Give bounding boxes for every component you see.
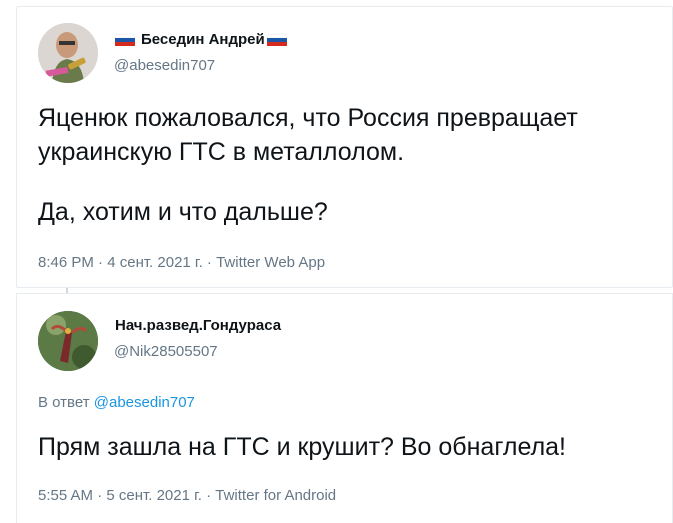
author-name-row[interactable]: Беседин Андрей: [113, 31, 289, 48]
tweet-date[interactable]: 5 сент. 2021 г.: [106, 487, 202, 504]
author-handle[interactable]: @abesedin707: [114, 57, 215, 74]
russia-flag-icon: [115, 33, 135, 46]
display-name[interactable]: Беседин Андрей: [141, 31, 265, 48]
meta-separator: ·: [206, 487, 212, 504]
tweet-time[interactable]: 5:55 AM: [38, 487, 93, 504]
tweet-text-line: Яценюк пожаловался, что Россия превращае…: [38, 104, 578, 132]
avatar[interactable]: [38, 23, 98, 83]
tweet-card-original[interactable]: Беседин Андрей @abesedin707 Яценюк пожал…: [16, 6, 673, 288]
meta-separator: ·: [97, 487, 103, 504]
tweet-date[interactable]: 4 сент. 2021 г.: [107, 254, 203, 271]
display-name[interactable]: Нач.развед.Гондураса: [115, 317, 281, 334]
tweet-text-line: Да, хотим и что дальше?: [38, 198, 328, 226]
tweet-card-reply[interactable]: Нач.развед.Гондураса @Nik28505507 В отве…: [16, 293, 673, 523]
tweet-time[interactable]: 8:46 PM: [38, 254, 94, 271]
reply-handle-link[interactable]: @abesedin707: [94, 394, 195, 411]
meta-separator: ·: [206, 254, 212, 271]
reply-prefix: В ответ: [38, 394, 90, 411]
tweet-source[interactable]: Twitter for Android: [215, 487, 336, 504]
author-name-row[interactable]: Нач.развед.Гондураса: [115, 317, 281, 334]
avatar[interactable]: [38, 311, 98, 371]
tweet-text-line: украинскую ГТС в металлолом.: [38, 138, 405, 166]
tweet-meta: 8:46 PM · 4 сент. 2021 г. · Twitter Web …: [38, 254, 325, 271]
avatar-image: [38, 311, 98, 371]
tweet-text: Прям зашла на ГТС и крушит? Во обнаглела…: [38, 433, 567, 461]
tweet-source[interactable]: Twitter Web App: [216, 254, 325, 271]
reply-context: В ответ @abesedin707: [38, 394, 195, 411]
avatar-image: [38, 23, 98, 83]
author-handle[interactable]: @Nik28505507: [114, 343, 218, 360]
russia-flag-icon: [266, 33, 287, 46]
tweet-meta: 5:55 AM · 5 сент. 2021 г. · Twitter for …: [38, 487, 336, 504]
meta-separator: ·: [98, 254, 104, 271]
